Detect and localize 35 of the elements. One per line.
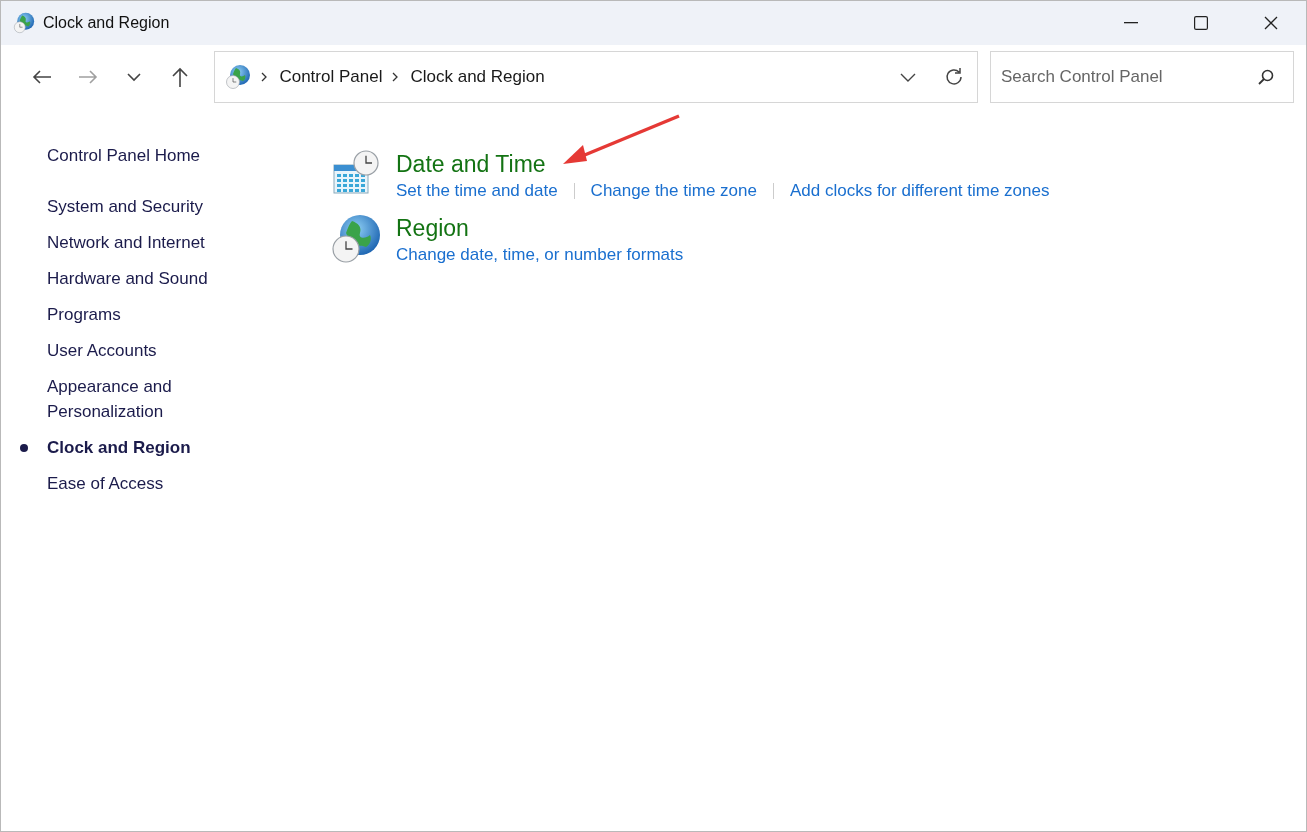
sidebar-link[interactable]: Control Panel Home: [1, 143, 227, 168]
task-link[interactable]: Change date, time, or number formats: [396, 243, 684, 267]
sidebar-item[interactable]: Clock and Region: [1, 435, 227, 460]
minimize-icon: [1124, 22, 1138, 24]
chevron-icon: [261, 72, 268, 82]
sidebar-item[interactable]: Hardware and Sound: [1, 266, 227, 291]
sidebar-item[interactable]: User Accounts: [1, 338, 227, 363]
maximize-icon: [1194, 16, 1208, 30]
sidebar-item[interactable]: Network and Internet: [1, 230, 227, 255]
breadcrumb[interactable]: Control Panel: [279, 67, 383, 87]
back-arrow-icon: [31, 69, 52, 85]
app-icon: [13, 12, 35, 34]
category-title-link[interactable]: Region: [396, 215, 469, 241]
sidebar-item[interactable]: Ease of Access: [1, 471, 227, 496]
category-title-link[interactable]: Date and Time: [396, 151, 546, 177]
task-link[interactable]: Set the time and date: [396, 179, 558, 203]
task-link[interactable]: Add clocks for different time zones: [789, 179, 1050, 203]
globe-clock-icon: [330, 213, 382, 265]
search-field[interactable]: Search Control Panel: [990, 51, 1295, 103]
sidebar-item[interactable]: Appearance and Personalization: [1, 374, 227, 424]
chevron-down-icon: [900, 72, 917, 82]
forward-arrow-icon: [77, 69, 98, 85]
breadcrumb[interactable]: Clock and Region: [410, 67, 545, 87]
refresh-icon: [944, 67, 965, 87]
chevron-icon: [392, 72, 399, 82]
window-title: Clock and Region: [43, 14, 171, 32]
sidebar-item[interactable]: System and Security: [1, 194, 227, 219]
chevron-down-icon: [126, 72, 141, 82]
sidebar-item[interactable]: Programs: [1, 302, 227, 327]
close-icon: [1264, 16, 1278, 30]
search-icon: [1258, 69, 1275, 85]
up-arrow-icon: [170, 67, 189, 87]
task-link[interactable]: Change the time zone: [590, 179, 757, 203]
address-bar[interactable]: Control Panel Clock and Region: [214, 51, 979, 103]
location-icon: [225, 64, 252, 90]
